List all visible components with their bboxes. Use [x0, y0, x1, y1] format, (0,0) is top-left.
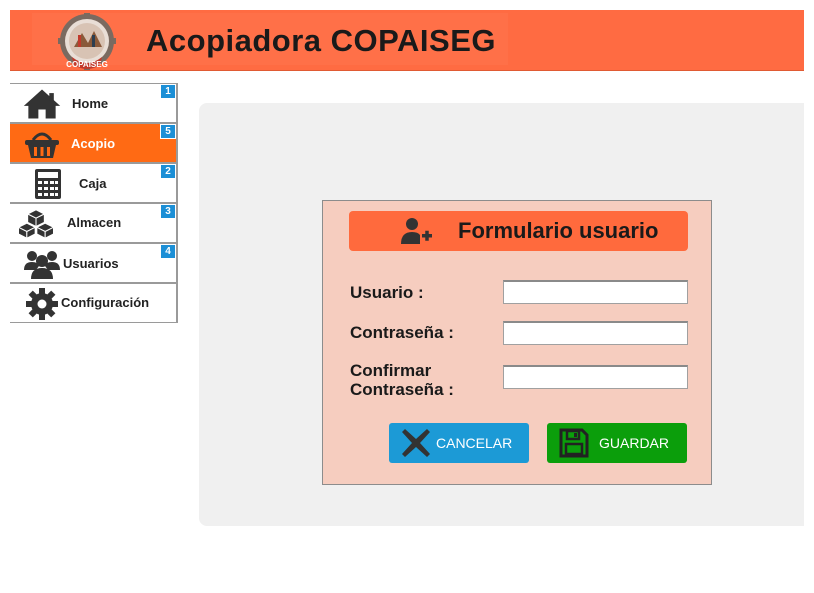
- form-title: Formulario usuario: [458, 218, 659, 243]
- add-user-icon: [401, 218, 432, 244]
- count-badge: 1: [160, 84, 176, 99]
- sidebar-item-label: Usuarios: [63, 256, 119, 271]
- confirmar-label-line2: Contraseña :: [350, 380, 454, 399]
- sidebar-item-home[interactable]: Home 1: [10, 83, 178, 123]
- cancel-button[interactable]: CANCELAR: [389, 423, 529, 463]
- usuario-label: Usuario :: [350, 283, 424, 302]
- basket-icon: [22, 127, 62, 161]
- sidebar-item-label: Configuración: [61, 295, 150, 310]
- sidebar-item-almacen[interactable]: Almacen 3: [10, 203, 178, 243]
- sidebar-nav: Home 1 Acopio 5 Caja 2 Almacen 3 Usuario…: [10, 83, 178, 323]
- confirmar-contrasena-input[interactable]: [503, 365, 688, 389]
- sidebar-item-configuracion[interactable]: Configuración: [10, 283, 178, 323]
- sidebar-item-label: Acopio: [71, 136, 116, 151]
- confirmar-label: Confirmar Contraseña :: [350, 361, 454, 399]
- logo-text: COPAISEG: [66, 60, 108, 69]
- sidebar-item-acopio[interactable]: Acopio 5: [10, 123, 178, 163]
- close-icon: [402, 429, 430, 457]
- contrasena-label: Contraseña :: [350, 323, 454, 342]
- app-header: COPAISEG Acopiadora COPAISEG: [10, 10, 804, 71]
- sidebar-item-label: Home: [72, 96, 109, 111]
- sidebar-item-usuarios[interactable]: Usuarios 4: [10, 243, 178, 283]
- sidebar-item-label: Caja: [79, 176, 107, 191]
- count-badge: 2: [160, 164, 176, 179]
- sidebar-item-label: Almacen: [67, 215, 122, 230]
- calculator-icon: [28, 167, 68, 201]
- usuario-input[interactable]: [503, 280, 688, 304]
- count-badge: 4: [160, 244, 176, 259]
- app-title: Acopiadora COPAISEG: [146, 23, 496, 58]
- cancel-button-label: CANCELAR: [436, 435, 513, 451]
- copaiseg-logo: COPAISEG: [58, 13, 116, 70]
- boxes-icon: [16, 207, 56, 241]
- form-header: Formulario usuario: [349, 211, 688, 251]
- home-icon: [22, 87, 62, 121]
- count-badge: 3: [160, 204, 176, 219]
- contrasena-input[interactable]: [503, 321, 688, 345]
- save-button-label: GUARDAR: [599, 435, 670, 451]
- header-title-area: COPAISEG Acopiadora COPAISEG: [32, 13, 508, 70]
- user-form: Formulario usuario Usuario : Contraseña …: [322, 200, 712, 485]
- count-badge: 5: [160, 124, 176, 139]
- gear-icon: [22, 287, 62, 321]
- confirmar-label-line1: Confirmar: [350, 361, 432, 380]
- save-icon: [559, 428, 589, 458]
- save-button[interactable]: GUARDAR: [547, 423, 687, 463]
- sidebar-item-caja[interactable]: Caja 2: [10, 163, 178, 203]
- users-icon: [22, 247, 62, 281]
